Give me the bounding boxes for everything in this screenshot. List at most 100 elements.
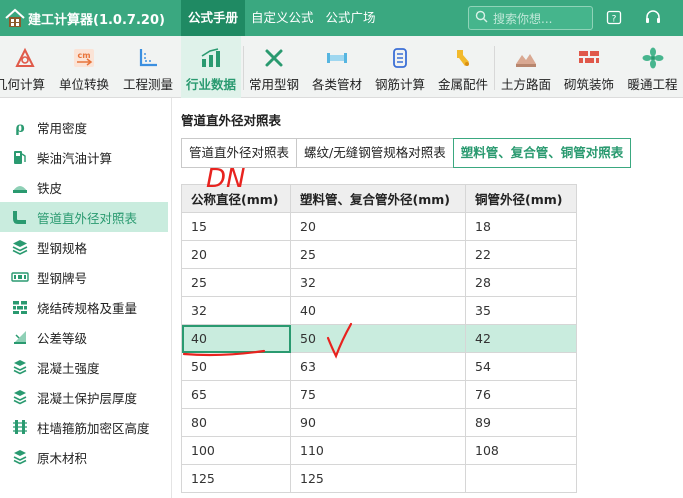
sidebar-item-label: 管道直外径对照表: [37, 210, 138, 226]
table-cell[interactable]: 42: [465, 324, 577, 353]
table-cell[interactable]: 90: [290, 408, 466, 437]
sidebar-item-concrete-cover[interactable]: 混凝土保护层厚度: [0, 382, 168, 412]
menu-formula-manual[interactable]: 公式手册: [180, 0, 245, 36]
sidebar-item-concrete-strength[interactable]: 混凝土强度: [0, 352, 168, 382]
search-icon: [475, 10, 488, 27]
app-logo-icon: [4, 7, 26, 29]
app-window: { "titlebar": { "app_title": "建工计算器(1.0.…: [0, 0, 683, 498]
table-cell[interactable]: 22: [465, 240, 577, 269]
sidebar-item-density[interactable]: ρ 常用密度: [0, 112, 168, 142]
table-cell[interactable]: 35: [465, 296, 577, 325]
table-row[interactable]: 125 125: [181, 464, 577, 493]
tool-steel-section[interactable]: 常用型钢: [245, 36, 303, 98]
tool-industry-data[interactable]: 行业数据: [181, 36, 241, 98]
steel-spec-icon: [10, 237, 30, 257]
table-cell[interactable]: 125: [181, 464, 291, 493]
table-row[interactable]: 20 25 22: [181, 240, 577, 269]
table-row-selected[interactable]: 40 50 42: [181, 324, 577, 353]
search-placeholder: 搜索你想...: [493, 11, 553, 26]
column-header[interactable]: 公称直径(mm): [181, 184, 291, 213]
table-cell[interactable]: 50: [181, 352, 291, 381]
support-headset-icon[interactable]: [643, 8, 663, 28]
tool-geometry[interactable]: 几何计算: [0, 36, 50, 98]
sidebar-item-brick[interactable]: 烧结砖规格及重量: [0, 292, 168, 322]
table-cell[interactable]: 50: [290, 324, 466, 353]
table-cell[interactable]: 28: [465, 268, 577, 297]
table-cell[interactable]: 63: [290, 352, 466, 381]
column-header[interactable]: 塑料管、复合管外径(mm): [290, 184, 466, 213]
search-box[interactable]: 搜索你想...: [468, 6, 593, 30]
menu-custom-formula[interactable]: 自定义公式: [245, 0, 320, 36]
table-cell[interactable]: 25: [181, 268, 291, 297]
tool-label: 钢筋计算: [374, 77, 425, 92]
top-menu: 公式手册 自定义公式 公式广场: [180, 0, 382, 36]
table-row[interactable]: 65 75 76: [181, 380, 577, 409]
tool-survey[interactable]: 工程测量: [118, 36, 178, 98]
tool-earthwork[interactable]: 土方路面: [497, 36, 555, 98]
industry-data-icon: [201, 48, 220, 67]
stirrup-icon: [10, 417, 30, 437]
table-cell[interactable]: [465, 464, 577, 493]
svg-text:?: ?: [612, 15, 617, 25]
masonry-icon: [579, 51, 599, 63]
table-cell[interactable]: 125: [290, 464, 466, 493]
tool-metal-fitting[interactable]: 金属配件: [434, 36, 492, 98]
sidebar-item-steel-grade[interactable]: 型钢牌号: [0, 262, 168, 292]
sidebar: ρ 常用密度 柴油汽油计算 铁皮 管道直外径对照表 型钢规格 型钢牌号 烧结砖规…: [0, 98, 172, 498]
table-cell[interactable]: 76: [465, 380, 577, 409]
table-row[interactable]: 80 90 89: [181, 408, 577, 437]
table-row[interactable]: 50 63 54: [181, 352, 577, 381]
tab-plastic-copper[interactable]: 塑料管、复合管、铜管对照表: [452, 138, 632, 168]
column-header[interactable]: 铜管外径(mm): [465, 184, 577, 213]
table-cell[interactable]: 20: [290, 212, 466, 241]
table-cell[interactable]: 108: [465, 436, 577, 465]
table-cell[interactable]: 80: [181, 408, 291, 437]
tool-hvac[interactable]: 暖通工程: [622, 36, 683, 98]
help-icon[interactable]: ?: [604, 8, 624, 28]
table-row[interactable]: 25 32 28: [181, 268, 577, 297]
sidebar-item-label: 铁皮: [37, 180, 63, 196]
sidebar-item-steel-spec[interactable]: 型钢规格: [0, 232, 168, 262]
sidebar-item-iron-sheet[interactable]: 铁皮: [0, 172, 168, 202]
table-cell[interactable]: 18: [465, 212, 577, 241]
table-cell[interactable]: 32: [290, 268, 466, 297]
page-title: 管道直外径对照表: [181, 113, 282, 128]
table-cell-focused[interactable]: 40: [181, 324, 291, 353]
table-cell[interactable]: 20: [181, 240, 291, 269]
tab-pipe-diameter[interactable]: 管道直外径对照表: [181, 138, 298, 168]
sidebar-item-log-volume[interactable]: 原木材积: [0, 442, 168, 472]
table-cell[interactable]: 110: [290, 436, 466, 465]
table-cell[interactable]: 89: [465, 408, 577, 437]
table-cell[interactable]: 15: [181, 212, 291, 241]
tool-unit-convert[interactable]: cm 单位转换: [54, 36, 114, 98]
hvac-icon: [642, 47, 663, 69]
table-row[interactable]: 15 20 18: [181, 212, 577, 241]
sidebar-item-label: 常用密度: [37, 120, 88, 136]
table-cell[interactable]: 40: [290, 296, 466, 325]
sidebar-item-pipe-diameter[interactable]: 管道直外径对照表: [0, 202, 168, 232]
tool-label: 各类管材: [311, 77, 362, 92]
unit-convert-icon: cm: [74, 49, 94, 67]
iron-sheet-icon: [10, 177, 30, 197]
sidebar-item-label: 型钢规格: [37, 240, 88, 256]
sidebar-item-stirrup[interactable]: 柱墙箍筋加密区高度: [0, 412, 168, 442]
tool-pipe[interactable]: 各类管材: [307, 36, 367, 98]
sidebar-item-label: 柴油汽油计算: [37, 150, 113, 166]
table-row[interactable]: 32 40 35: [181, 296, 577, 325]
table-cell[interactable]: 32: [181, 296, 291, 325]
sidebar-item-tolerance[interactable]: 公差等级: [0, 322, 168, 352]
table-cell[interactable]: 65: [181, 380, 291, 409]
menu-formula-square[interactable]: 公式广场: [319, 0, 381, 36]
tab-threaded-seamless[interactable]: 螺纹/无缝钢管规格对照表: [296, 138, 454, 168]
tool-masonry[interactable]: 砌筑装饰: [559, 36, 619, 98]
sidebar-item-fuel[interactable]: 柴油汽油计算: [0, 142, 168, 172]
pipe-elbow-icon: [10, 207, 30, 227]
table-cell[interactable]: 25: [290, 240, 466, 269]
tool-rebar[interactable]: 钢筋计算: [371, 36, 429, 98]
table-cell[interactable]: 54: [465, 352, 577, 381]
table-cell[interactable]: 75: [290, 380, 466, 409]
table-row[interactable]: 100 110 108: [181, 436, 577, 465]
table-cell[interactable]: 100: [181, 436, 291, 465]
table-tabs: 管道直外径对照表 螺纹/无缝钢管规格对照表 塑料管、复合管、铜管对照表: [181, 138, 632, 168]
brick-icon: [10, 297, 30, 317]
